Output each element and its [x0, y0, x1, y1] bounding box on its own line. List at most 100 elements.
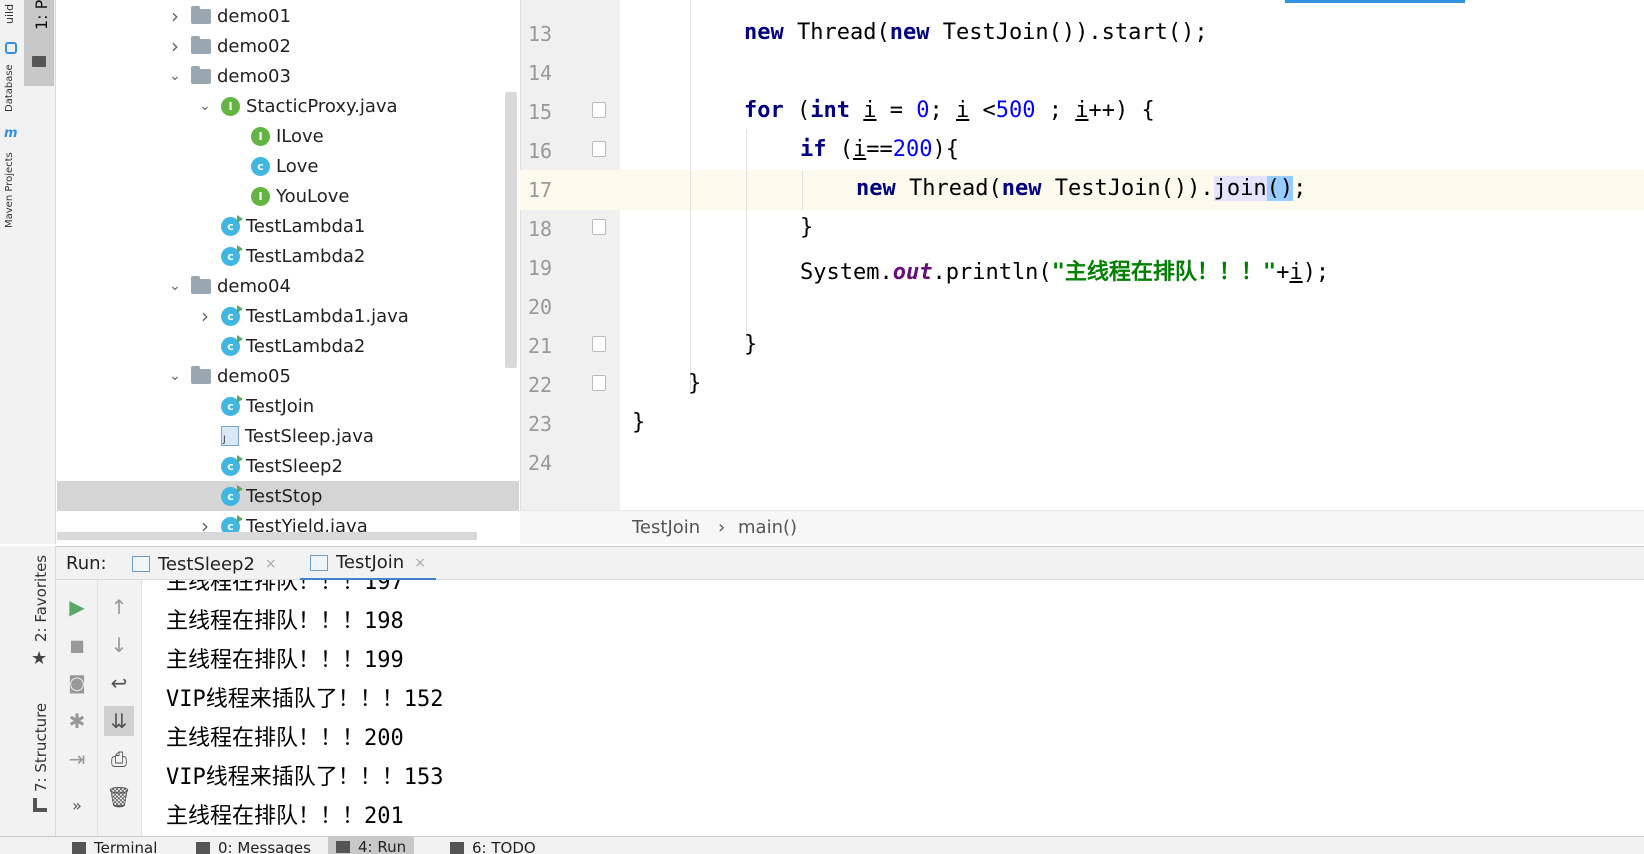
tree-horizontal-scrollbar[interactable] — [57, 532, 477, 540]
run-toolbar-secondary: ↑ ↓ ↩ ⇊ ⎙ 🗑 — [98, 580, 142, 836]
more-icon[interactable]: » — [64, 792, 90, 818]
build-tab[interactable]: uild — [3, 4, 16, 24]
tree-item[interactable]: › c TestLambda1.java — [57, 301, 519, 331]
breadcrumb-class[interactable]: TestJoin — [632, 517, 700, 538]
tree-item[interactable]: c TestLambda1 — [57, 211, 519, 241]
tree-item[interactable]: c TestLambda2 — [57, 241, 519, 271]
project-tab-label: 1: Project — [32, 0, 51, 30]
tree-vertical-scrollbar[interactable] — [505, 92, 517, 368]
tree-item[interactable]: ⌄ I StacticProxy.java — [57, 91, 519, 121]
terminal-tab-label: Terminal — [94, 839, 158, 854]
tree-item[interactable]: ⌄ demo03 — [57, 61, 519, 91]
code-editor[interactable]: new Thread(new TestJoin()).start(); for … — [620, 0, 1644, 510]
bottom-tool-bar: Terminal 0: Messages 4: Run 6: TODO — [0, 836, 1644, 854]
join-method-highlight: join — [1213, 176, 1267, 201]
arrow-down-icon[interactable]: ↓ — [106, 632, 132, 658]
tree-item-label: ILove — [276, 125, 324, 147]
caret-brace-highlight: () — [1266, 176, 1294, 201]
code-line-19: System.out.println("主线程在排队！！！"+i); — [800, 260, 1330, 285]
rerun-icon[interactable]: ▶ — [64, 594, 90, 620]
line-number: 23 — [528, 412, 553, 436]
fold-marker[interactable] — [592, 219, 606, 235]
tree-item[interactable]: c Love — [57, 151, 519, 181]
tree-item[interactable]: ⌄ demo05 — [57, 361, 519, 391]
breadcrumb-method[interactable]: main() — [738, 517, 797, 538]
line-number: 13 — [528, 22, 553, 46]
tree-item[interactable]: ⌄ demo04 — [57, 271, 519, 301]
tree-item[interactable]: I ILove — [57, 121, 519, 151]
line-number: 18 — [528, 217, 553, 241]
chevron-right-icon[interactable]: › — [197, 304, 213, 328]
tree-item-label: Love — [276, 155, 319, 177]
console-line: VIP线程来插队了！！！152 — [166, 687, 444, 712]
arrow-up-icon[interactable]: ↑ — [106, 594, 132, 620]
chevron-down-icon[interactable]: ⌄ — [167, 68, 183, 84]
line-number: 21 — [528, 334, 553, 358]
todo-tab[interactable]: 6: TODO — [450, 839, 536, 854]
fold-marker[interactable] — [592, 336, 606, 352]
runnable-class-icon: c — [221, 244, 243, 266]
package-folder-icon — [191, 275, 211, 294]
soft-wrap-icon[interactable]: ↩ — [106, 670, 132, 696]
tree-item-label: TestJoin — [246, 395, 315, 417]
export-icon[interactable]: ⇥ — [64, 746, 90, 772]
tree-item-label: demo03 — [217, 65, 291, 87]
line-number: 24 — [528, 451, 553, 475]
tree-item[interactable]: › demo02 — [57, 31, 519, 61]
run-tool-tab[interactable]: 4: Run — [328, 837, 415, 854]
line-number: 19 — [528, 256, 553, 280]
tree-item[interactable]: J TestSleep.java — [57, 421, 519, 451]
print-icon[interactable]: ⎙ — [106, 746, 132, 772]
project-tree[interactable]: › demo01 › demo02 ⌄ demo03 ⌄ I StacticProxy.java… — [57, 0, 519, 544]
database-tab[interactable]: Database — [4, 64, 15, 112]
fold-marker[interactable] — [592, 141, 606, 157]
camera-icon[interactable]: ◙ — [64, 670, 90, 696]
console-output[interactable]: 主线程在排队！！！197 主线程在排队！！！198 主线程在排队！！！199 VIP线… — [142, 580, 1644, 836]
console-line: 主线程在排队！！！197 — [166, 580, 404, 595]
fold-marker[interactable] — [592, 102, 606, 118]
run-tab-testjoin[interactable]: TestJoin × — [300, 547, 436, 581]
tree-item[interactable]: c TestLambda2 — [57, 331, 519, 361]
tree-item[interactable]: I YouLove — [57, 181, 519, 211]
chevron-right-icon[interactable]: › — [167, 34, 183, 58]
terminal-tab[interactable]: Terminal — [72, 839, 157, 854]
run-tab-label: 4: Run — [358, 838, 407, 854]
tree-item-label: TestStop — [246, 485, 323, 507]
chevron-down-icon[interactable]: ⌄ — [167, 368, 183, 384]
interface-icon: I — [221, 96, 240, 116]
stop-icon[interactable]: ■ — [64, 632, 90, 658]
console-line: 主线程在排队！！！199 — [166, 648, 404, 673]
close-icon[interactable]: × — [414, 555, 426, 571]
run-config-icon — [132, 556, 150, 572]
chevron-right-icon[interactable]: › — [167, 4, 183, 28]
tree-item[interactable]: c TestStop — [57, 481, 519, 511]
favorites-tab[interactable]: 2: Favorites — [32, 555, 50, 642]
run-tab-testsleep2[interactable]: TestSleep2 × — [122, 547, 287, 581]
todo-tab-label: 6: TODO — [472, 839, 536, 854]
tree-item[interactable]: › demo01 — [57, 1, 519, 31]
tree-item[interactable]: c TestSleep2 — [57, 451, 519, 481]
code-line-23: } — [632, 410, 646, 435]
line-number: 14 — [528, 61, 553, 85]
chevron-down-icon[interactable]: ⌄ — [167, 278, 183, 294]
console-line: VIP线程来插队了！！！153 — [166, 765, 444, 790]
tree-item[interactable]: c TestJoin — [57, 391, 519, 421]
close-icon[interactable]: × — [265, 556, 277, 572]
debug-icon[interactable]: ✱ — [64, 708, 90, 734]
fold-marker[interactable] — [592, 375, 606, 391]
tree-item-label: demo02 — [217, 35, 291, 57]
scroll-to-end-icon[interactable]: ⇊ — [104, 706, 134, 736]
chevron-down-icon[interactable]: ⌄ — [197, 98, 213, 114]
breadcrumb-separator: › — [718, 517, 726, 538]
tree-item-label: StacticProxy.java — [246, 95, 398, 117]
line-number: 15 — [528, 100, 553, 124]
tree-item-label: demo01 — [217, 5, 291, 27]
project-tool-tab[interactable]: 1: Project — [24, 0, 54, 86]
trash-icon[interactable]: 🗑 — [106, 784, 132, 810]
messages-tab[interactable]: 0: Messages — [196, 839, 311, 854]
maven-projects-tab[interactable]: Maven Projects — [4, 152, 15, 228]
structure-tab[interactable]: 7: Structure — [32, 703, 50, 792]
code-line-21: } — [744, 332, 758, 357]
code-line-18: } — [800, 215, 814, 240]
line-number: 17 — [528, 178, 553, 202]
